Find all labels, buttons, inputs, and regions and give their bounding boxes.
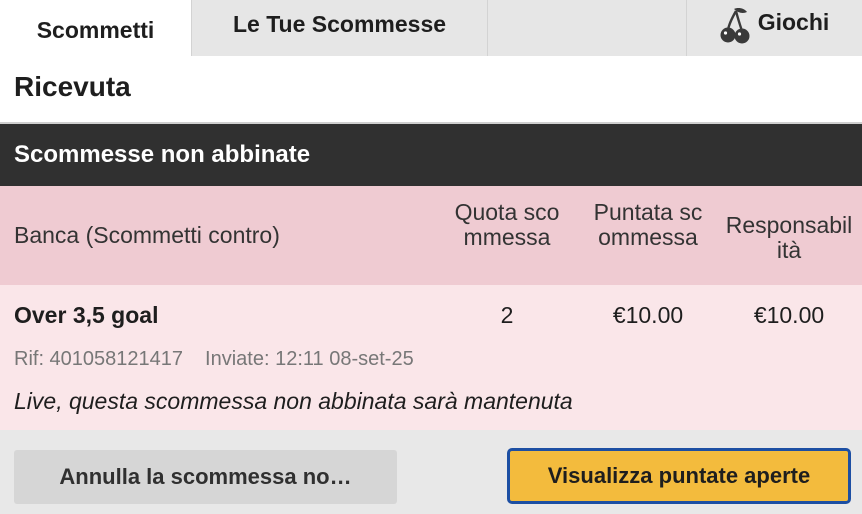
bet-type-label: Banca (Scommetti contro) xyxy=(14,222,280,248)
stake-value: €10.00 xyxy=(612,302,684,328)
bet-reference: Rif: 401058121417 xyxy=(14,348,184,370)
cherry-icon xyxy=(720,8,750,44)
bet-row: Over 3,5 goal 2 €10.00 €10.00 Rif: 40105… xyxy=(0,285,862,430)
selection-name: Over 3,5 goal xyxy=(14,302,159,328)
unmatched-bets-title: Scommesse non abbinate xyxy=(14,141,311,168)
bet-meta: Rif: 401058121417 Inviate: 12:11 08-set-2… xyxy=(14,348,414,371)
stake-column-header: Puntata scommessa xyxy=(593,199,703,250)
view-open-bets-button[interactable]: Visualizza puntate aperte xyxy=(507,448,851,504)
liability-column-header: Responsabilità xyxy=(725,212,853,263)
tab-le-tue-scommesse[interactable]: Le Tue Scommesse xyxy=(192,0,488,56)
odds-value: 2 xyxy=(500,302,514,328)
tab-le-tue-scommesse-label: Le Tue Scommesse xyxy=(232,11,447,37)
tab-scommetti-label: Scommetti xyxy=(36,16,155,43)
liability-value: €10.00 xyxy=(753,302,825,328)
tab-giochi-label: Giochi xyxy=(757,9,830,35)
cancel-unmatched-bet-button[interactable]: Annulla la scommessa no… xyxy=(14,450,397,504)
tab-scommetti[interactable]: Scommetti xyxy=(0,0,192,56)
tab-bar: Scommetti Le Tue Scommesse Giochi xyxy=(0,0,862,56)
unmatched-bets-header: Scommesse non abbinate xyxy=(0,124,862,186)
footer-actions: Annulla la scommessa no… Visualizza punt… xyxy=(0,430,862,514)
bet-persistence-note: Live, questa scommessa non abbinata sarà… xyxy=(14,388,573,414)
column-header-row: Banca (Scommetti contro) Quota scommessa… xyxy=(0,186,862,285)
receipt-title: Ricevuta xyxy=(14,71,131,102)
bet-sent-time: Inviate: 12:11 08-set-25 xyxy=(205,348,414,370)
odds-column-header: Quota scommessa xyxy=(454,199,560,250)
tab-giochi[interactable]: Giochi xyxy=(686,0,862,56)
